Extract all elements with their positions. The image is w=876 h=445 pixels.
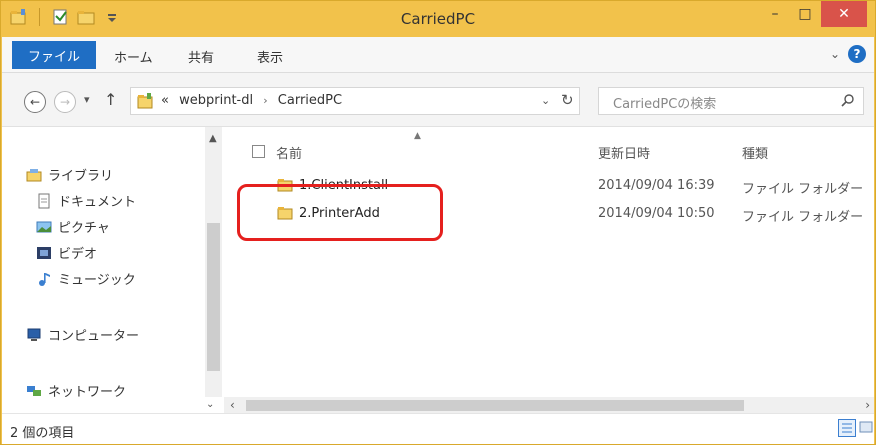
pictures-icon	[36, 219, 52, 235]
search-box[interactable]: CarriedPCの検索	[598, 87, 864, 115]
up-button[interactable]: ↑	[104, 90, 117, 109]
address-bar[interactable]: « webprint-dl › CarriedPC ⌄ ↻	[130, 87, 580, 115]
libraries-icon	[26, 167, 42, 183]
scroll-left-icon[interactable]: ‹	[230, 398, 235, 412]
breadcrumb-webprint-dl[interactable]: webprint-dl	[179, 93, 253, 108]
nav-item-label: ドキュメント	[58, 195, 137, 210]
file-date: 2014/09/04 10:50	[598, 206, 715, 221]
column-header-date[interactable]: 更新日時	[598, 143, 650, 162]
file-date: 2014/09/04 16:39	[598, 178, 715, 193]
column-header-name[interactable]: 名前	[276, 143, 302, 162]
title-bar: CarriedPC – □ ✕	[1, 1, 875, 37]
nav-item-libraries[interactable]: ライブラリ	[26, 165, 113, 184]
tab-share[interactable]: 共有	[188, 47, 214, 66]
search-input[interactable]: CarriedPCの検索	[613, 93, 716, 112]
nav-item-videos[interactable]: ビデオ	[36, 243, 97, 262]
scrollbar-thumb[interactable]	[207, 223, 220, 371]
nav-item-music[interactable]: ミュージック	[36, 269, 136, 288]
back-button[interactable]: ←	[24, 91, 46, 113]
forward-button[interactable]: →	[54, 91, 76, 113]
nav-item-label: ネットワーク	[48, 385, 127, 400]
music-icon	[36, 271, 52, 287]
refresh-icon[interactable]: ↻	[561, 91, 574, 109]
ribbon: ファイル ホーム 共有 表示 ⌄ ?	[2, 37, 874, 73]
nav-item-label: コンピューター	[48, 329, 140, 344]
documents-icon	[36, 193, 52, 209]
network-icon	[26, 383, 42, 399]
breadcrumb-carriedpc[interactable]: CarriedPC	[278, 93, 342, 108]
breadcrumb-overflow[interactable]: «	[161, 93, 169, 108]
item-count: 2 個の項目	[10, 426, 75, 441]
recent-locations-icon[interactable]: ▾	[84, 93, 90, 106]
nav-item-network[interactable]: ネットワーク	[26, 381, 126, 400]
address-dropdown-icon[interactable]: ⌄	[541, 94, 550, 107]
column-header-type[interactable]: 種類	[742, 143, 768, 162]
tab-file[interactable]: ファイル	[12, 41, 96, 69]
ribbon-controls: ⌄ ?	[830, 45, 866, 63]
horizontal-scrollbar[interactable]: ‹ ›	[224, 397, 874, 414]
navigation-bar: ← → ▾ ↑ « webprint-dl › CarriedPC ⌄ ↻ Ca…	[2, 73, 874, 127]
sort-ascending-icon: ▲	[414, 131, 421, 141]
breadcrumb-separator-icon[interactable]: ›	[263, 94, 267, 107]
navigation-pane: ライブラリ ドキュメント ピクチャ ビデオ ミュージック コンピューター ネット…	[2, 127, 202, 400]
minimize-button[interactable]: –	[761, 1, 789, 27]
scroll-right-icon[interactable]: ›	[865, 398, 870, 412]
tab-view[interactable]: 表示	[257, 47, 283, 66]
close-button[interactable]: ✕	[821, 1, 867, 27]
folder-icon	[137, 92, 155, 110]
nav-item-computer[interactable]: コンピューター	[26, 325, 139, 344]
search-icon[interactable]	[841, 93, 855, 107]
content-area: ライブラリ ドキュメント ピクチャ ビデオ ミュージック コンピューター ネット…	[2, 127, 874, 414]
details-view-icon[interactable]	[838, 419, 856, 437]
videos-icon	[36, 245, 52, 261]
scrollbar-thumb[interactable]	[246, 400, 744, 411]
navigation-pane-scrollbar[interactable]: ▲	[205, 127, 222, 397]
expand-ribbon-icon[interactable]: ⌄	[830, 47, 840, 61]
computer-icon	[26, 327, 42, 343]
file-list: ▲ 名前 更新日時 種類 1.ClientInstall 2014/09/04 …	[224, 127, 874, 397]
explorer-window: CarriedPC – □ ✕ ファイル ホーム 共有 表示 ⌄ ? ← → ▾…	[0, 0, 876, 445]
highlight-annotation	[237, 184, 443, 241]
select-all-checkbox[interactable]	[252, 145, 265, 158]
maximize-button[interactable]: □	[791, 1, 819, 27]
tab-home[interactable]: ホーム	[114, 47, 153, 66]
nav-item-label: ライブラリ	[48, 169, 114, 184]
file-type: ファイル フォルダー	[742, 210, 864, 225]
scroll-down-icon[interactable]: ⌄	[206, 399, 214, 410]
nav-item-label: ビデオ	[58, 247, 98, 262]
help-icon[interactable]: ?	[848, 45, 866, 63]
status-bar: 2 個の項目	[2, 413, 874, 444]
nav-item-label: ピクチャ	[58, 221, 110, 236]
nav-item-label: ミュージック	[58, 273, 136, 288]
nav-item-pictures[interactable]: ピクチャ	[36, 217, 110, 236]
large-icons-view-icon[interactable]	[858, 419, 874, 437]
window-title: CarriedPC	[400, 10, 476, 28]
file-type: ファイル フォルダー	[742, 182, 864, 197]
breadcrumb: « webprint-dl › CarriedPC	[161, 93, 342, 108]
scroll-up-icon[interactable]: ▲	[209, 133, 217, 144]
nav-item-documents[interactable]: ドキュメント	[36, 191, 136, 210]
